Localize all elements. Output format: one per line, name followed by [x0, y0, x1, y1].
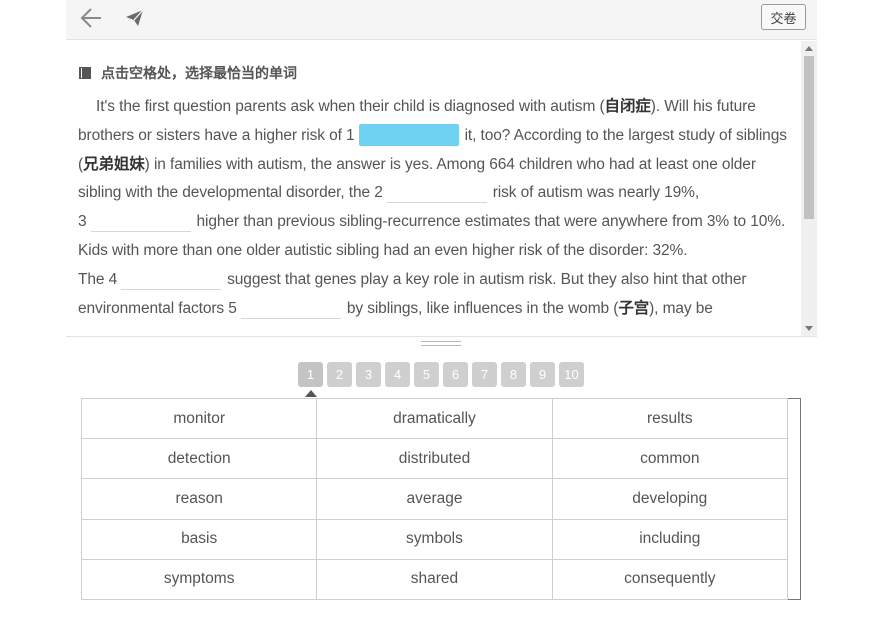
pane-splitter[interactable] — [66, 336, 817, 358]
passage-segment: by siblings, like influences in the womb… — [346, 299, 619, 317]
question-nav-button-3[interactable]: 3 — [356, 362, 381, 387]
passage-pane: 点击空格处，选择最恰当的单词 It's the first question p… — [66, 41, 817, 336]
word-option[interactable]: symbols — [316, 518, 553, 560]
question-nav-button-5[interactable]: 5 — [414, 362, 439, 387]
word-option[interactable]: dramatically — [316, 397, 553, 440]
question-nav-button-1[interactable]: 1 — [298, 362, 323, 397]
word-option[interactable]: shared — [316, 558, 553, 601]
passage-segment: ), may be — [649, 299, 713, 317]
passage-content: 点击空格处，选择最恰当的单词 It's the first question p… — [78, 63, 792, 323]
question-nav-button-6[interactable]: 6 — [443, 362, 468, 387]
passage-segment: risk of autism was nearly 19%, — [492, 184, 700, 202]
passage-segment: 3 — [78, 213, 87, 231]
word-option[interactable]: basis — [80, 518, 318, 560]
question-nav-button-7[interactable]: 7 — [472, 362, 497, 387]
options-row: reason average developing — [80, 478, 801, 520]
passage-segment: It's the first question parents ask when… — [96, 98, 605, 115]
blank-3[interactable] — [90, 210, 191, 233]
word-option[interactable]: distributed — [316, 438, 553, 480]
passage-segment: The 4 — [78, 270, 118, 288]
word-options-table: monitor dramatically results detection distr… — [80, 397, 801, 601]
app-window: 交卷 点击空格处，选择最恰当的单词 It's the first questio… — [66, 0, 817, 633]
row-spacer — [787, 399, 800, 439]
row-spacer — [787, 479, 800, 519]
row-spacer — [787, 439, 800, 479]
question-nav-button-2[interactable]: 2 — [327, 362, 352, 387]
toolbar: 交卷 — [66, 0, 817, 40]
word-option[interactable]: including — [551, 518, 788, 560]
word-option[interactable]: symptoms — [80, 558, 318, 601]
word-option[interactable]: common — [551, 438, 788, 480]
blank-4[interactable] — [121, 268, 222, 290]
chinese-gloss: 兄弟姐妹 — [83, 155, 145, 173]
word-option[interactable]: developing — [551, 478, 788, 520]
passage-scrollbar[interactable] — [801, 41, 817, 336]
options-row: detection distributed common — [80, 438, 801, 480]
submit-exam-button[interactable]: 交卷 — [761, 4, 806, 30]
options-row: symptoms shared consequently — [80, 558, 801, 601]
question-nav-button-4[interactable]: 4 — [385, 362, 410, 387]
paper-plane-icon[interactable] — [120, 4, 150, 32]
question-nav-button-8[interactable]: 8 — [501, 362, 526, 387]
chinese-gloss: 自闭症 — [604, 98, 651, 115]
scroll-down-icon[interactable] — [805, 326, 813, 331]
question-nav-button-10[interactable]: 10 — [559, 362, 584, 387]
word-option[interactable]: reason — [80, 478, 318, 520]
scroll-up-icon[interactable] — [805, 46, 813, 51]
instruction-text: 点击空格处，选择最恰当的单词 — [101, 65, 297, 81]
book-icon — [78, 66, 92, 80]
question-nav-button-9[interactable]: 9 — [530, 362, 555, 387]
blank-1[interactable] — [358, 123, 459, 146]
word-option[interactable]: consequently — [551, 558, 788, 601]
word-option[interactable]: detection — [80, 438, 318, 480]
blank-2[interactable] — [386, 181, 487, 204]
drag-handle-icon[interactable] — [421, 341, 461, 350]
row-spacer — [787, 559, 800, 599]
arrow-left-icon[interactable] — [76, 4, 106, 32]
word-option[interactable]: monitor — [80, 397, 318, 440]
instruction-heading: 点击空格处，选择最恰当的单词 — [78, 63, 792, 83]
question-navigator: 1 2 3 4 5 6 7 8 9 10 — [298, 362, 588, 397]
row-spacer — [787, 519, 800, 559]
chinese-gloss: 子宫 — [618, 299, 650, 317]
scrollbar-thumb[interactable] — [804, 56, 814, 219]
word-option[interactable]: average — [316, 478, 553, 520]
word-option[interactable]: results — [551, 397, 788, 440]
options-row: basis symbols including — [80, 518, 801, 560]
blank-5[interactable] — [240, 297, 341, 319]
passage-text: It's the first question parents ask when… — [78, 93, 792, 323]
options-row: monitor dramatically results — [80, 397, 801, 440]
